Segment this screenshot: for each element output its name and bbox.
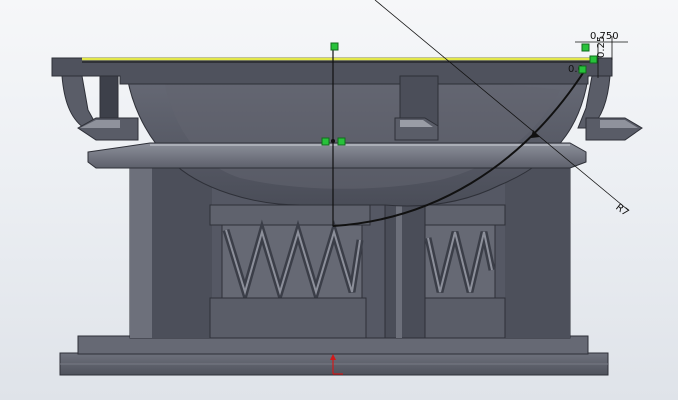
graphics-viewport[interactable]: 0.750 0.25 0.0 R7 xyxy=(0,0,678,400)
right-spring-cap[interactable] xyxy=(424,204,506,226)
left-spring-cap[interactable] xyxy=(209,204,371,226)
part-model[interactable] xyxy=(51,57,643,376)
dim-radius-value[interactable]: R7 xyxy=(613,202,630,219)
left-column-shadow xyxy=(152,160,212,338)
model-view[interactable]: 0.750 0.25 0.0 R7 xyxy=(0,0,678,400)
base-middle-plate[interactable] xyxy=(77,335,589,355)
sketch-point-icon[interactable] xyxy=(330,42,339,51)
right-column-face xyxy=(505,160,570,338)
right-spring-base[interactable] xyxy=(424,297,506,339)
left-spring-base[interactable] xyxy=(209,297,367,339)
left-column-face xyxy=(130,160,152,338)
dim-vertical-value[interactable]: 0.25 xyxy=(596,36,607,58)
